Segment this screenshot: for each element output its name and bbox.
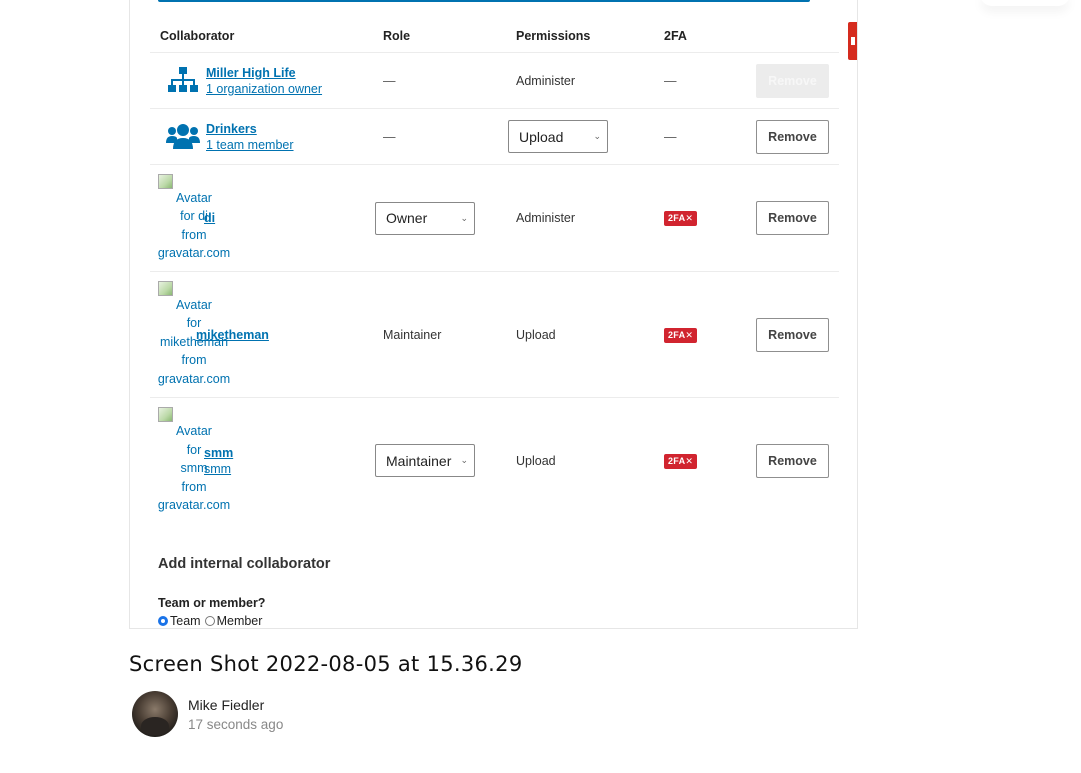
collaborators-table: Collaborator Role Permissions 2FA Miller… [150,20,839,524]
avatar-broken-image: Avatar for di from gravatar.com [154,173,234,263]
users-icon [160,123,206,151]
table-row: Avatar for di from gravatar.com di Owner… [150,164,839,272]
member-radio-label[interactable]: Member [217,614,263,628]
remove-button[interactable]: Remove [756,119,829,154]
broken-image-icon [158,173,173,189]
image-caption: Screen Shot 2022-08-05 at 15.36.29 [129,652,523,676]
top-right-shadow [980,0,1070,6]
team-radio[interactable] [158,616,168,626]
permissions-select[interactable]: Upload ⌄ [508,120,608,153]
table-header-row: Collaborator Role Permissions 2FA [150,20,839,53]
role-value: — [383,73,396,88]
collaborator-link[interactable]: miketheman [196,328,269,342]
twofa-value: — [664,73,677,88]
twofa-disabled-badge: 2FA✕ [664,211,698,226]
broken-image-icon [158,407,173,422]
screenshot-image: Collaborator Role Permissions 2FA Miller… [129,0,858,629]
author-block: Mike Fiedler 17 seconds ago [132,691,283,737]
twofa-disabled-badge: 2FA✕ [664,453,698,469]
header-collaborator: Collaborator [160,29,235,43]
remove-button: Remove [756,63,829,98]
role-select[interactable]: Maintainer ⌄ [375,444,475,478]
team-or-member-radios: Team Member [158,614,266,628]
role-value: — [383,129,396,144]
role-value: Maintainer [383,327,442,342]
collaborator-link[interactable]: Drinkers [206,122,257,136]
remove-button[interactable]: Remove [756,317,829,352]
timestamp: 17 seconds ago [188,716,284,732]
team-or-member-label: Team or member? [158,596,266,610]
twofa-value: — [664,129,677,144]
member-radio[interactable] [204,616,215,626]
focused-input-edge [158,0,810,2]
avatar[interactable] [132,691,178,737]
collaborator-link[interactable]: smm [204,446,233,460]
edge-tab [848,22,857,60]
permissions-value: Administer [516,211,576,225]
sitemap-icon [160,66,206,96]
chevron-down-icon: ⌄ [460,455,468,466]
header-actions [746,20,839,53]
header-2fa: 2FA [664,29,687,43]
table-row: Miller High Life 1 organization owner — … [150,52,839,109]
permissions-value: Administer [516,73,576,88]
username-link[interactable]: smm [204,462,231,476]
collaborator-link[interactable]: Miller High Life [206,66,296,80]
header-permissions: Permissions [516,29,591,43]
team-radio-label[interactable]: Team [170,614,201,628]
chevron-down-icon: ⌄ [593,131,601,141]
members-link[interactable]: 1 team member [206,138,294,152]
header-role: Role [383,29,411,43]
members-link[interactable]: 1 organization owner [206,82,322,96]
table-row: Avatar for smm from gravatar.com smm smm [150,397,839,524]
broken-image-icon [158,280,173,296]
author-name[interactable]: Mike Fiedler [188,697,283,713]
table-row: Drinkers 1 team member — Upload ⌄ — Remo… [150,108,839,165]
permissions-value: Upload [516,327,556,342]
collaborator-link[interactable]: di [204,211,215,225]
remove-button[interactable]: Remove [756,443,829,478]
remove-button[interactable]: Remove [756,201,829,235]
chevron-down-icon: ⌄ [460,212,468,223]
permissions-value: Upload [516,453,556,468]
table-row: Avatar for miketheman from gravatar.com … [150,271,839,398]
role-select[interactable]: Owner ⌄ [375,201,475,235]
twofa-disabled-badge: 2FA✕ [664,327,698,343]
add-collaborator-heading: Add internal collaborator [158,556,331,572]
